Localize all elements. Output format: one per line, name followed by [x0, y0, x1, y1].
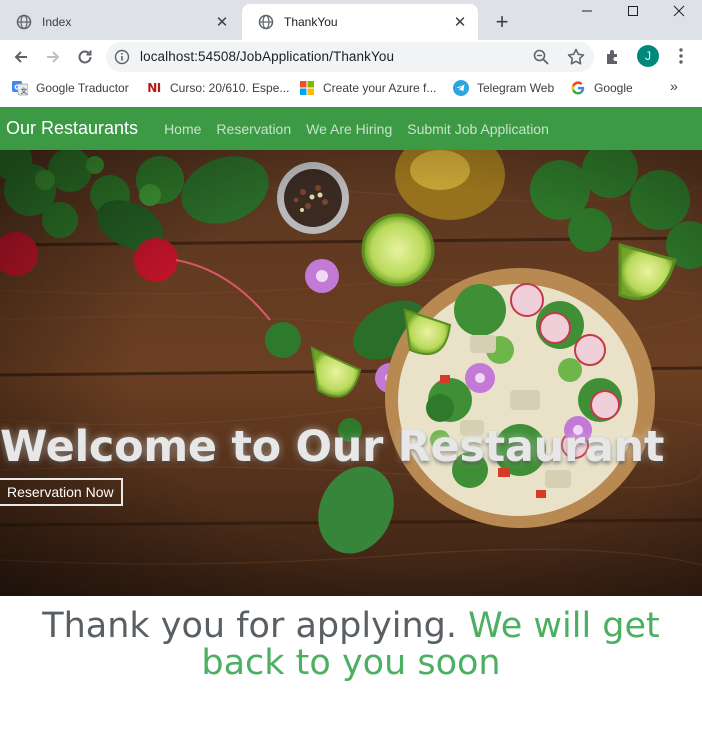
tab-title: ThankYou: [284, 15, 338, 29]
tab-thankyou[interactable]: ThankYou ✕: [242, 4, 478, 40]
url-text[interactable]: localhost:54508/JobApplication/ThankYou: [140, 49, 394, 64]
close-icon[interactable]: ✕: [210, 10, 234, 34]
thank-you-text: Thank you for applying.: [42, 606, 458, 646]
hero-food-image: [0, 150, 702, 596]
tab-title: Index: [42, 15, 72, 29]
reservation-now-button[interactable]: Reservation Now: [0, 478, 123, 506]
bookmark-azure[interactable]: Create your Azure f...: [299, 78, 436, 98]
site-navbar: Our Restaurants Home Reservation We Are …: [0, 107, 702, 150]
info-icon[interactable]: [114, 49, 130, 65]
globe-icon: [258, 14, 274, 30]
close-icon[interactable]: ✕: [448, 10, 472, 34]
close-icon: [673, 5, 685, 17]
extensions-puzzle-icon[interactable]: [604, 48, 622, 66]
zoom-icon[interactable]: [532, 48, 550, 66]
browser-toolbar: localhost:54508/JobApplication/ThankYou …: [0, 40, 702, 74]
minimize-icon: [582, 10, 592, 12]
address-bar[interactable]: localhost:54508/JobApplication/ThankYou: [106, 42, 594, 72]
bookmark-google-traductor[interactable]: G文 Google Traductor: [12, 78, 129, 98]
back-button[interactable]: [6, 42, 36, 72]
bookmark-label: Google: [594, 81, 633, 95]
arrow-left-icon: [14, 51, 27, 63]
svg-text:G: G: [14, 84, 20, 92]
bookmarks-overflow-button[interactable]: »: [670, 78, 678, 94]
tab-index[interactable]: Index ✕: [0, 4, 240, 40]
thank-you-message: Thank you for applying. We will get back…: [0, 608, 702, 682]
reload-icon: [78, 50, 92, 64]
star-icon[interactable]: [566, 47, 586, 67]
browser-tab-strip: Index ✕ ThankYou ✕ +: [0, 0, 702, 40]
telegram-icon: [453, 80, 469, 96]
forward-button[interactable]: [38, 42, 68, 72]
maximize-button[interactable]: [610, 0, 656, 22]
bookmark-curso[interactable]: NI Curso: 20/610. Espe...: [146, 78, 289, 98]
bookmark-label: Create your Azure f...: [323, 81, 437, 95]
new-tab-button[interactable]: +: [488, 8, 516, 36]
svg-text:文: 文: [20, 86, 28, 95]
arrow-right-icon: [47, 51, 60, 63]
profile-avatar[interactable]: J: [637, 45, 659, 67]
maximize-icon: [628, 6, 638, 16]
bookmark-telegram[interactable]: Telegram Web: [453, 78, 554, 98]
microsoft-logo-icon: [299, 80, 315, 96]
nav-link-submit-job-application[interactable]: Submit Job Application: [407, 121, 549, 137]
bookmark-label: Telegram Web: [477, 81, 555, 95]
more-menu-button[interactable]: [674, 46, 688, 66]
bookmark-label: Google Traductor: [36, 81, 129, 95]
bookmark-label: Curso: 20/610. Espe...: [170, 81, 290, 95]
bookmarks-bar: G文 Google Traductor NI Curso: 20/610. Es…: [0, 74, 702, 102]
google-translate-icon: G文: [12, 80, 28, 96]
hero-title: Welcome to Our Restaurant: [0, 422, 665, 472]
nav-link-we-are-hiring[interactable]: We Are Hiring: [306, 121, 392, 137]
window-close-button[interactable]: [656, 0, 702, 22]
nav-links: Home Reservation We Are Hiring Submit Jo…: [164, 121, 564, 137]
nav-link-reservation[interactable]: Reservation: [216, 121, 291, 137]
ni-logo-icon: NI: [147, 81, 161, 95]
bookmark-google[interactable]: Google: [570, 78, 633, 98]
minimize-button[interactable]: [564, 0, 610, 22]
globe-icon: [16, 14, 32, 30]
nav-link-home[interactable]: Home: [164, 121, 201, 137]
kebab-menu-icon: [679, 48, 683, 64]
google-icon: [570, 80, 586, 96]
brand-link[interactable]: Our Restaurants: [6, 118, 138, 139]
reload-button[interactable]: [70, 42, 100, 72]
hero-banner: Welcome to Our Restaurant Reservation No…: [0, 150, 702, 596]
